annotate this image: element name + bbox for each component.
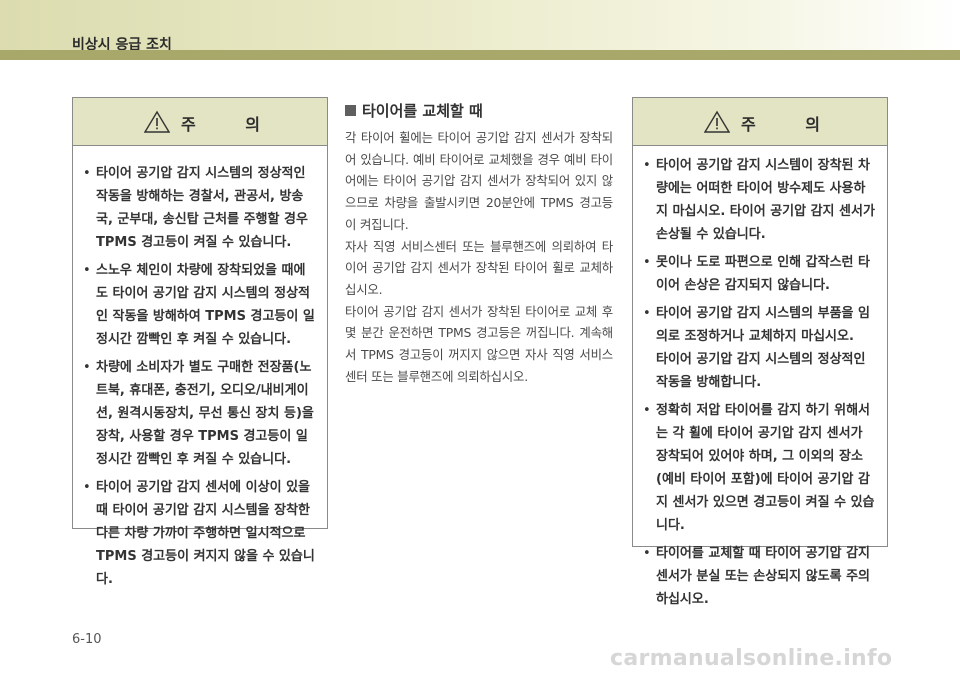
watermark: carmanualsonline.info xyxy=(610,646,893,671)
list-item: 스노우 체인이 차량에 장착되었을 때에도 타이어 공기압 감지 시스템의 정상… xyxy=(73,259,315,351)
list-item: 타이어를 교체할 때 타이어 공기압 감지 센서가 분실 또는 손상되지 않도록… xyxy=(633,542,877,611)
right-caution-box: 주 의 타이어 공기압 감지 시스템이 장착된 차량에는 어떠한 타이어 방수제… xyxy=(632,97,888,607)
list-item: 차량에 소비자가 별도 구매한 전장품(노트북, 휴대폰, 충전기, 오디오/내… xyxy=(73,356,315,471)
list-item-note: 타이어 공기압 감지 시스템의 정상적인 작동을 방해합니다. xyxy=(656,352,866,390)
tire-replacement-section: 타이어를 교체할 때 각 타이어 휠에는 타이어 공기압 감지 센서가 장착되어… xyxy=(345,97,613,387)
section-heading: 타이어를 교체할 때 xyxy=(345,97,613,123)
list-item: 타이어 공기압 감지 시스템의 정상적인 작동을 방해하는 경찰서, 관공서, … xyxy=(73,162,315,254)
list-item-text: 타이어를 교체할 때 타이어 공기압 감지 센서가 분실 또는 손상되지 않도록… xyxy=(656,546,870,607)
body-paragraph: 타이어 공기압 감지 센서가 장착된 타이어로 교체 후 몇 분간 운전하면 T… xyxy=(345,303,613,384)
list-item: 타이어 공기압 감지 시스템의 부품을 임의로 조정하거나 교체하지 마십시오.… xyxy=(633,302,877,394)
section-title: 타이어를 교체할 때 xyxy=(362,101,483,120)
body-paragraph: 각 타이어 휠에는 타이어 공기압 감지 센서가 장착되어 있습니다. 예비 타… xyxy=(345,130,613,232)
list-item-text: 타이어 공기압 감지 시스템의 부품을 임의로 조정하거나 교체하지 마십시오. xyxy=(656,306,870,344)
caution-title: 주 의 xyxy=(181,115,283,134)
list-item-text: 못이나 도로 파편으로 인해 갑작스런 타이어 손상은 감지되지 않습니다. xyxy=(656,255,870,293)
left-caution-box: 주 의 타이어 공기압 감지 시스템의 정상적인 작동을 방해하는 경찰서, 관… xyxy=(72,97,328,587)
page-number: 6-10 xyxy=(72,632,102,647)
caution-header: 주 의 xyxy=(633,98,887,146)
list-item-text: 타이어 공기압 감지 시스템이 장착된 차량에는 어떠한 타이어 방수제도 사용… xyxy=(656,158,875,242)
caution-list: 타이어 공기압 감지 시스템의 정상적인 작동을 방해하는 경찰서, 관공서, … xyxy=(73,146,327,591)
warning-triangle-icon xyxy=(144,110,170,133)
list-item: 타이어 공기압 감지 시스템이 장착된 차량에는 어떠한 타이어 방수제도 사용… xyxy=(633,154,877,246)
square-bullet-icon xyxy=(345,104,356,116)
list-item: 못이나 도로 파편으로 인해 갑작스런 타이어 손상은 감지되지 않습니다. xyxy=(633,251,877,297)
list-item: 정확히 저압 타이어를 감지 하기 위해서는 각 휠에 타이어 공기압 감지 센… xyxy=(633,399,877,537)
caution-list: 타이어 공기압 감지 시스템이 장착된 차량에는 어떠한 타이어 방수제도 사용… xyxy=(633,146,887,611)
caution-title: 주 의 xyxy=(741,115,843,134)
body-paragraph: 자사 직영 서비스센터 또는 블루핸즈에 의뢰하여 타이어 공기압 감지 센서가… xyxy=(345,238,613,297)
list-item: 타이어 공기압 감지 센서에 이상이 있을 때 타이어 공기압 감지 시스템을 … xyxy=(73,476,315,591)
caution-header: 주 의 xyxy=(73,98,327,146)
list-item-text: 정확히 저압 타이어를 감지 하기 위해서는 각 휠에 타이어 공기압 감지 센… xyxy=(656,403,875,533)
warning-triangle-icon xyxy=(704,110,730,133)
header-rule xyxy=(0,50,960,60)
page-header: 비상시 응급 조치 xyxy=(0,0,960,53)
